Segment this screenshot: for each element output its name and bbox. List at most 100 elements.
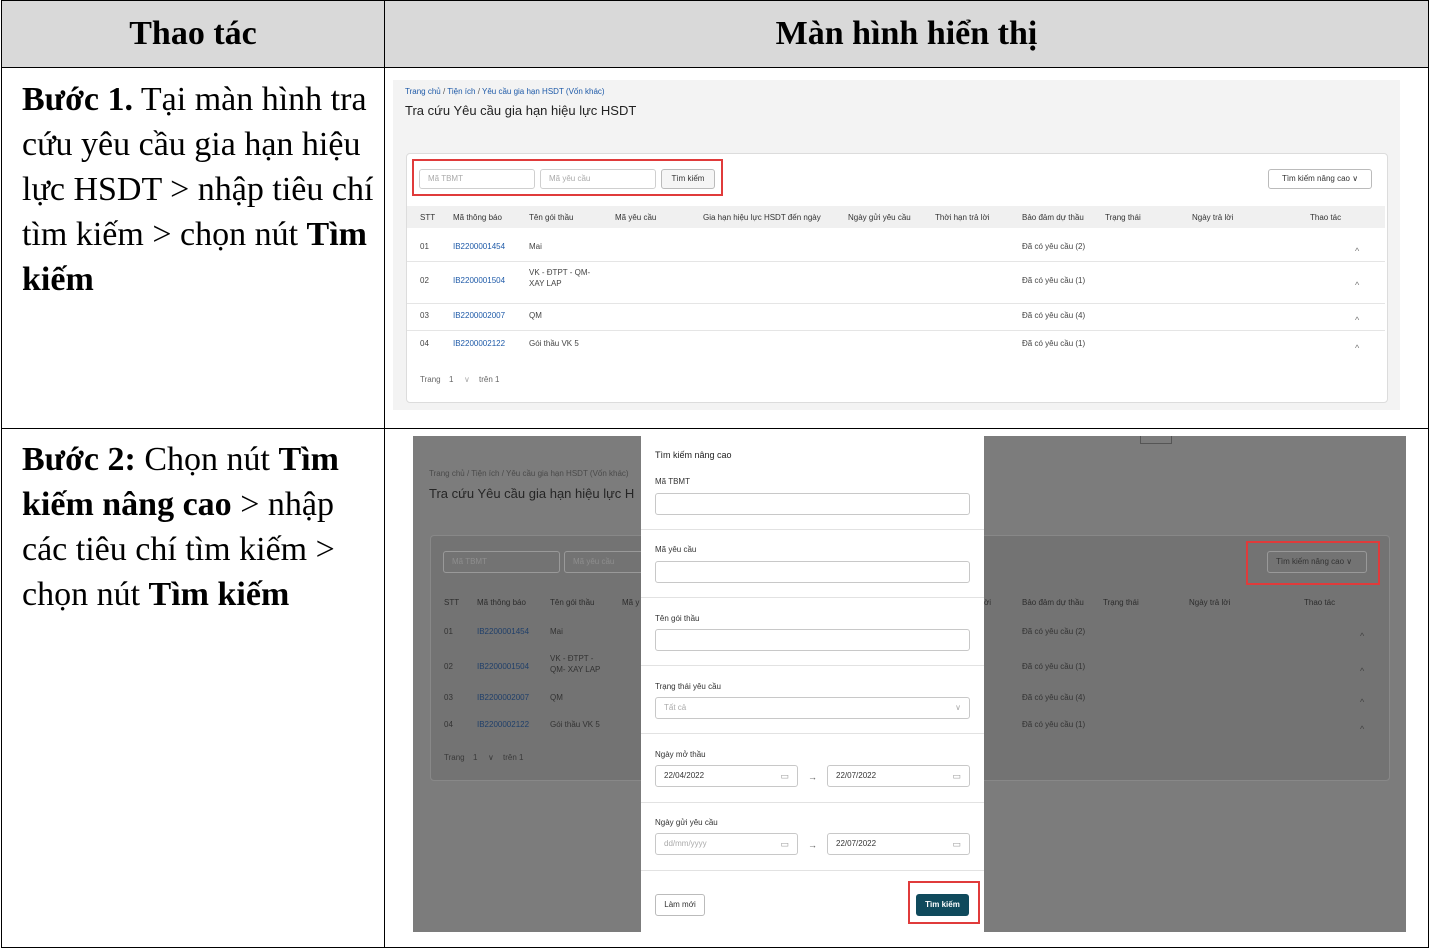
open-date-to-value: 22/07/2022 [836, 771, 877, 780]
column-header: Bảo đảm dự thầu [1022, 213, 1084, 222]
breadcrumb-current: Yêu cầu gia hạn HSDT (Vốn khác) [506, 469, 629, 478]
breadcrumb-util[interactable]: Tiện ích [471, 469, 499, 478]
notice-code-link[interactable]: IB2200001454 [453, 242, 505, 251]
table-header: STT Mã thông báo Tên gói thầu Mã yêu cầu… [407, 206, 1385, 228]
expand-icon[interactable]: ^ [1360, 631, 1364, 641]
notice-code-link[interactable]: IB2200001454 [477, 627, 529, 636]
bid-security-status: Đã có yêu cầu (2) [1022, 242, 1086, 251]
bid-security-status: Đã có yêu cầu (2) [1022, 627, 1086, 636]
expand-icon[interactable]: ^ [1360, 697, 1364, 707]
highlight-box [1246, 541, 1380, 585]
package-name-label: Tên gói thầu [655, 614, 700, 623]
arrow-right-icon: → [808, 840, 817, 850]
modal-divider [641, 529, 984, 530]
table-row[interactable]: 01 IB2200001454 Mai Đã có yêu cầu (2) ^ [407, 237, 1385, 257]
package-name-field[interactable] [655, 629, 970, 651]
table-row[interactable]: 04 IB2200002122 Gói thầu VK 5 Đã có yêu … [407, 334, 1385, 354]
expand-icon[interactable]: ^ [1355, 280, 1359, 290]
modal-divider [641, 802, 984, 803]
search-results-card: Mã TBMT Mã yêu cầu Tìm kiếm Tìm kiếm nân… [406, 153, 1388, 403]
request-code-input[interactable]: Mã yêu cầu [564, 551, 644, 573]
package-name: Mai [550, 627, 563, 636]
column-header: Tên gói thầu [550, 598, 595, 607]
advanced-search-button[interactable]: Tìm kiếm nâng cao ∨ [1268, 169, 1372, 189]
header-actions: Thao tác [129, 15, 257, 52]
column-header: Trạng thái [1105, 213, 1141, 222]
pager-page-select[interactable]: 1 [473, 753, 477, 762]
notice-code-link[interactable]: IB2200002007 [477, 693, 529, 702]
tbmt-search-input[interactable]: Mã TBMT [443, 551, 560, 573]
column-header: Trạng thái [1103, 598, 1139, 607]
row-number: 01 [420, 242, 429, 251]
row-number: 04 [420, 339, 429, 348]
pager-total: trên 1 [503, 753, 524, 762]
reset-button[interactable]: Làm mới [655, 894, 705, 916]
column-divider [384, 0, 385, 948]
pager-total: trên 1 [479, 375, 500, 384]
notice-code-link[interactable]: IB2200002007 [453, 311, 505, 320]
expand-icon[interactable]: ^ [1355, 343, 1359, 353]
row-number: 02 [444, 662, 453, 671]
expand-icon[interactable]: ^ [1355, 246, 1359, 256]
package-name: Gói thầu VK 5 [550, 720, 600, 729]
breadcrumb-separator: / [501, 469, 504, 478]
bid-security-status: Đã có yêu cầu (4) [1022, 311, 1086, 320]
breadcrumb-separator: / [442, 87, 446, 96]
request-status-label: Trạng thái yêu cầu [655, 682, 721, 691]
chevron-down-icon[interactable]: ∨ [488, 753, 494, 762]
breadcrumb-util[interactable]: Tiện ích [447, 87, 475, 96]
sent-date-from-placeholder: dd/mm/yyyy [664, 839, 707, 848]
modal-divider [641, 870, 984, 871]
calendar-icon: ▭ [780, 839, 789, 849]
calendar-icon: ▭ [780, 771, 789, 781]
column-header: Mã thông báo [477, 598, 526, 607]
sent-date-to[interactable]: 22/07/2022 ▭ [827, 833, 970, 855]
highlight-box [412, 159, 723, 196]
table-row[interactable]: 03 IB2200002007 QM Đã có yêu cầu (4) ^ [407, 306, 1385, 326]
screenshot-step-1: Trang chủ / Tiện ích / Yêu cầu gia hạn H… [393, 80, 1400, 410]
column-header: STT [444, 598, 460, 607]
column-header: Ngày trả lời [1192, 213, 1234, 222]
pager-label: Trang [444, 753, 465, 762]
pager-page-select[interactable]: 1 [449, 375, 453, 384]
package-name: QM [529, 311, 542, 320]
modal-divider [641, 597, 984, 598]
expand-icon[interactable]: ^ [1360, 666, 1364, 676]
chevron-down-icon[interactable]: ∨ [464, 375, 470, 384]
request-status-select[interactable]: Tất cả ∨ [655, 697, 970, 719]
open-date-from-value: 22/04/2022 [664, 771, 705, 780]
document-page: Thao tác Màn hình hiển thị Bước 1. Tại m… [0, 0, 1430, 950]
package-name-line-2: QM- XAY LAP [550, 665, 601, 674]
request-code-label: Mã yêu cầu [655, 545, 697, 554]
arrow-right-icon: → [808, 772, 817, 782]
breadcrumb: Trang chủ / Tiện ích / Yêu cầu gia hạn H… [429, 469, 629, 478]
table-row[interactable]: 02 IB2200001504 VK - ĐTPT - QM- XAY LAP … [407, 262, 1385, 296]
expand-icon[interactable]: ^ [1355, 315, 1359, 325]
column-header: Mã yêu cầu [615, 213, 657, 222]
notice-code-link[interactable]: IB2200002122 [453, 339, 505, 348]
open-date-from[interactable]: 22/04/2022 ▭ [655, 765, 798, 787]
bid-security-status: Đã có yêu cầu (1) [1022, 276, 1086, 285]
notice-code-link[interactable]: IB2200001504 [453, 276, 505, 285]
breadcrumb-home[interactable]: Trang chủ [405, 87, 441, 96]
row-divider [407, 330, 1385, 331]
request-code-field[interactable] [655, 561, 970, 583]
column-header: Tên gói thầu [529, 213, 574, 222]
sent-date-from[interactable]: dd/mm/yyyy ▭ [655, 833, 798, 855]
package-name: QM [550, 693, 563, 702]
page-title: Tra cứu Yêu cầu gia hạn hiệu lực HSDT [405, 103, 637, 118]
expand-icon[interactable]: ^ [1360, 724, 1364, 734]
package-name: Gói thầu VK 5 [529, 339, 579, 348]
notice-code-link[interactable]: IB2200002122 [477, 720, 529, 729]
bid-security-status: Đã có yêu cầu (4) [1022, 693, 1086, 702]
tbmt-field[interactable] [655, 493, 970, 515]
breadcrumb-home[interactable]: Trang chủ [429, 469, 465, 478]
row-number: 03 [420, 311, 429, 320]
highlight-box [908, 881, 980, 924]
column-header: STT [420, 213, 436, 222]
step-2-label: Bước 2: [22, 441, 136, 478]
open-date-label: Ngày mở thầu [655, 750, 706, 759]
open-date-to[interactable]: 22/07/2022 ▭ [827, 765, 970, 787]
row-divider [1, 67, 1429, 68]
notice-code-link[interactable]: IB2200001504 [477, 662, 529, 671]
